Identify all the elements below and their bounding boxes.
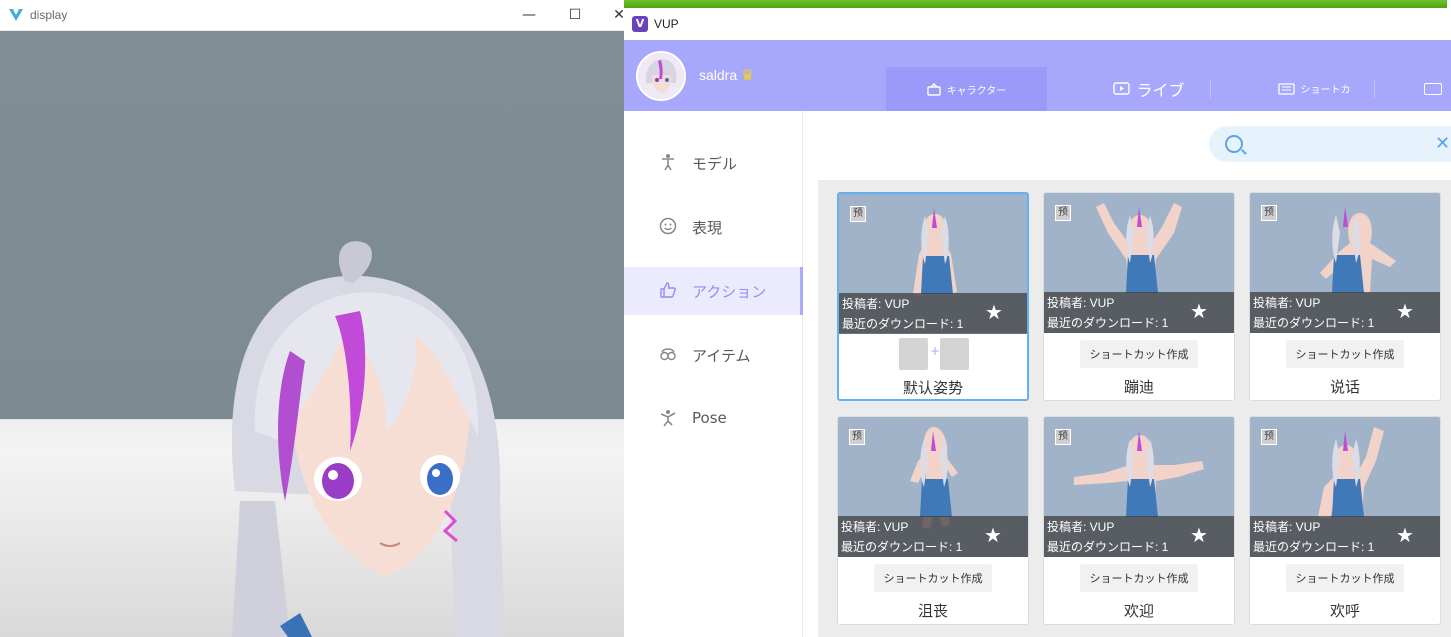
- avatar-render: [231, 241, 505, 637]
- downloads-label: 最近のダウンロード: 1: [1253, 540, 1375, 554]
- sidebar-item-action[interactable]: アクション: [624, 267, 803, 315]
- vup-header: saldra ♛ キャラクター ライブ ショートカ: [624, 40, 1451, 111]
- poster-label: 投稿者: VUP: [841, 520, 909, 534]
- preset-badge: 预: [1261, 205, 1277, 221]
- shortcut-key[interactable]: [899, 338, 928, 370]
- tab-character-label: キャラクター: [946, 85, 1007, 97]
- star-icon[interactable]: ★: [1396, 301, 1414, 321]
- sidebar: モデル 表現 アクション アイテム Pose: [624, 111, 803, 637]
- preset-badge: 预: [849, 429, 865, 445]
- character-icon: [926, 82, 941, 96]
- preset-badge: 预: [850, 206, 866, 222]
- tab-shortcut[interactable]: ショートカ: [1249, 66, 1379, 111]
- thumbs-up-icon: [658, 281, 678, 301]
- downloads-label: 最近のダウンロード: 1: [842, 317, 964, 331]
- preset-badge: 预: [1055, 429, 1071, 445]
- create-shortcut-button[interactable]: ショートカット作成: [1286, 340, 1404, 368]
- sidebar-item-label: Pose: [692, 409, 727, 427]
- pose-icon: [658, 409, 678, 429]
- poster-label: 投稿者: VUP: [842, 297, 910, 311]
- search-icon[interactable]: [1225, 135, 1243, 153]
- create-shortcut-button[interactable]: ショートカット作成: [1286, 564, 1404, 592]
- image-icon[interactable]: [1424, 83, 1442, 95]
- display-titlebar[interactable]: display — ☐ ✕: [0, 0, 625, 31]
- action-name: 说话: [1329, 378, 1360, 396]
- sidebar-item-expression[interactable]: 表現: [624, 203, 803, 251]
- clear-search-icon[interactable]: ✕: [1435, 134, 1450, 154]
- minimize-button[interactable]: —: [514, 4, 544, 26]
- sidebar-item-item[interactable]: アイテム: [624, 331, 803, 379]
- poster-label: 投稿者: VUP: [1253, 520, 1321, 534]
- vup-window-title: VUP: [654, 17, 679, 31]
- display-window: display — ☐ ✕: [0, 0, 625, 637]
- sidebar-item-pose[interactable]: Pose: [624, 395, 803, 443]
- sidebar-item-model[interactable]: モデル: [624, 139, 803, 187]
- preset-badge: 预: [1055, 205, 1071, 221]
- downloads-label: 最近のダウンロード: 1: [1047, 540, 1169, 554]
- poster-label: 投稿者: VUP: [1047, 520, 1115, 534]
- action-grid: 预投稿者: VUP 最近のダウンロード: 1 ★ + 默认姿势预投稿者: VUP 最近のダ…: [818, 180, 1451, 637]
- vup-app-icon: V: [632, 16, 648, 32]
- tab-shortcut-label: ショートカ: [1300, 85, 1351, 96]
- face-icon: [658, 217, 678, 237]
- display-window-title: display: [30, 8, 68, 22]
- avatar[interactable]: [636, 51, 686, 101]
- sidebar-item-label: 表現: [692, 219, 723, 237]
- action-card[interactable]: 预投稿者: VUP 最近のダウンロード: 1 ★ ショートカット作成说话: [1249, 192, 1441, 401]
- star-icon[interactable]: ★: [984, 525, 1002, 545]
- desktop: display — ☐ ✕ V VUP saldra ♛ キャラクター ライブ …: [0, 0, 1451, 637]
- poster-label: 投稿者: VUP: [1047, 296, 1115, 310]
- create-shortcut-button[interactable]: ショートカット作成: [1080, 564, 1198, 592]
- avatar-3d-viewport[interactable]: [0, 31, 624, 637]
- sidebar-item-label: アクション: [692, 283, 767, 301]
- search-input[interactable]: [1253, 134, 1433, 154]
- goggles-icon: [658, 345, 678, 365]
- action-card[interactable]: 预投稿者: VUP 最近のダウンロード: 1 ★ ショートカット作成欢呼: [1249, 416, 1441, 625]
- vup-titlebar[interactable]: V VUP: [624, 8, 1451, 40]
- model-icon: [658, 153, 678, 173]
- sidebar-item-label: アイテム: [692, 347, 751, 365]
- poster-label: 投稿者: VUP: [1253, 296, 1321, 310]
- action-card[interactable]: 预投稿者: VUP 最近のダウンロード: 1 ★ ショートカット作成蹦迪: [1043, 192, 1235, 401]
- shortcut-key[interactable]: [940, 338, 969, 370]
- create-shortcut-button[interactable]: ショートカット作成: [874, 564, 992, 592]
- action-name: 沮丧: [917, 602, 948, 620]
- vup-logo-icon: [9, 9, 23, 21]
- progress-strip: [624, 0, 1451, 8]
- live-icon: [1113, 82, 1131, 95]
- tab-character[interactable]: キャラクター: [886, 67, 1047, 111]
- star-icon[interactable]: ★: [1190, 525, 1208, 545]
- action-name: 欢呼: [1329, 602, 1360, 620]
- star-icon[interactable]: ★: [985, 302, 1003, 322]
- username: saldra: [699, 67, 738, 83]
- shortcut-key-combo[interactable]: +: [899, 338, 971, 370]
- sidebar-item-label: モデル: [692, 155, 738, 173]
- downloads-label: 最近のダウンロード: 1: [1047, 316, 1169, 330]
- maximize-button[interactable]: ☐: [560, 4, 590, 26]
- action-card[interactable]: 预投稿者: VUP 最近のダウンロード: 1 ★ + 默认姿势: [837, 192, 1029, 401]
- action-name: 蹦迪: [1123, 378, 1154, 396]
- key-plus: +: [930, 344, 941, 358]
- action-card[interactable]: 预投稿者: VUP 最近のダウンロード: 1 ★ ショートカット作成沮丧: [837, 416, 1029, 625]
- search-box[interactable]: [1209, 126, 1451, 162]
- create-shortcut-button[interactable]: ショートカット作成: [1080, 340, 1198, 368]
- progress-fill: [624, 0, 1447, 8]
- action-card[interactable]: 预投稿者: VUP 最近のダウンロード: 1 ★ ショートカット作成欢迎: [1043, 416, 1235, 625]
- keyboard-icon: [1277, 82, 1295, 95]
- preset-badge: 预: [1261, 429, 1277, 445]
- crown-icon: ♛: [741, 66, 755, 84]
- content-area: ✕ 预投稿者: VUP 最近のダウンロード: 1 ★ + 默认姿势预投稿者: VUP 最近…: [803, 111, 1451, 637]
- star-icon[interactable]: ★: [1396, 525, 1414, 545]
- tab-live[interactable]: ライブ: [1084, 66, 1214, 111]
- tab-live-label: ライブ: [1136, 80, 1185, 100]
- tab-separator: [1210, 80, 1211, 98]
- action-name: 欢迎: [1123, 602, 1154, 620]
- downloads-label: 最近のダウンロード: 1: [841, 540, 963, 554]
- avatar-image: [638, 53, 684, 99]
- action-name: 默认姿势: [902, 379, 963, 397]
- star-icon[interactable]: ★: [1190, 301, 1208, 321]
- vup-window: V VUP saldra ♛ キャラクター ライブ ショートカ モデル 表現 ア…: [624, 8, 1451, 637]
- downloads-label: 最近のダウンロード: 1: [1253, 316, 1375, 330]
- tab-separator: [1374, 80, 1375, 98]
